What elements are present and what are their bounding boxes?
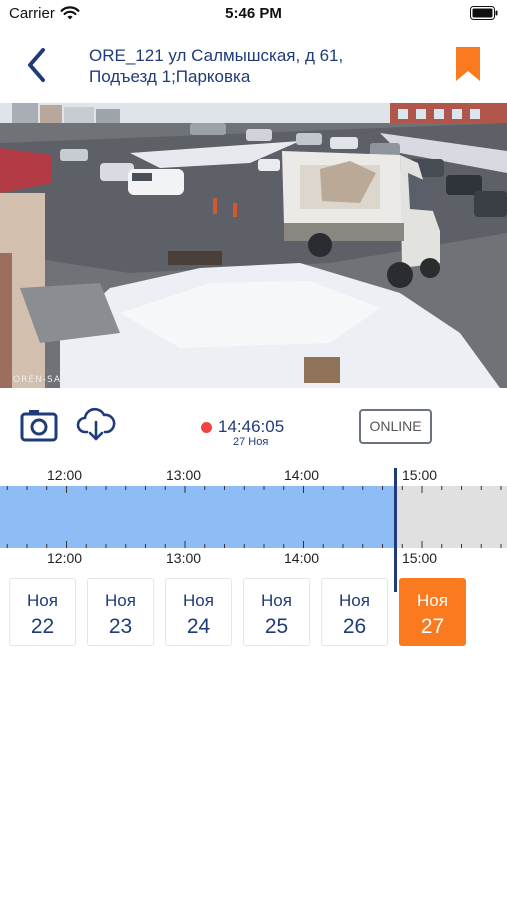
date-selector: Ноя 22 Ноя 23 Ноя 24 Ноя 25 Ноя 26 Ноя 2…: [0, 578, 507, 648]
status-bar: Carrier 5:46 PM: [0, 0, 507, 28]
date-chip-month: Ноя: [27, 591, 58, 610]
timeline-top-label: 13:00: [166, 467, 202, 483]
cloud-download-icon[interactable]: [76, 406, 116, 442]
status-time: 5:46 PM: [225, 5, 282, 22]
date-chip-26[interactable]: Ноя 26: [321, 578, 388, 646]
back-button[interactable]: [22, 44, 52, 86]
date-chip-27[interactable]: Ноя 27: [399, 578, 466, 646]
date-chip-day: 25: [264, 615, 289, 638]
camera-video[interactable]: OREN-SAL: [0, 103, 507, 388]
date-chip-day: 23: [108, 615, 133, 638]
date-chip-month: Ноя: [261, 591, 292, 610]
date-chip-month: Ноя: [417, 591, 448, 610]
timeline-bottom-label: 15:00: [402, 550, 438, 566]
date-chip-25[interactable]: Ноя 25: [243, 578, 310, 646]
player-controls: 14:46:05 27 Ноя ONLINE: [0, 400, 507, 450]
date-chip-month: Ноя: [105, 591, 136, 610]
bookmark-icon[interactable]: [454, 46, 482, 82]
timeline[interactable]: 12:00 13:00 14:00 15:00 12:00 13:00 14:0…: [0, 462, 507, 592]
date-chip-23[interactable]: Ноя 23: [87, 578, 154, 646]
timeline-bottom-label: 13:00: [166, 550, 202, 566]
timeline-ticks: [6, 486, 502, 548]
timeline-top-label: 14:00: [284, 467, 320, 483]
camera-frame: [0, 103, 507, 388]
date-chip-day: 22: [30, 615, 55, 638]
timeline-top-label: 15:00: [402, 467, 438, 483]
date-chip-month: Ноя: [183, 591, 214, 610]
timeline-bottom-label: 14:00: [284, 550, 320, 566]
live-indicator-dot: [201, 422, 212, 433]
date-chip-day: 27: [420, 615, 445, 638]
camera-title-line1: ORE_121 ул Салмышская, д 61,: [89, 46, 344, 65]
camera-title-line2: Подъезд 1;Парковка: [89, 67, 251, 86]
current-time: 14:46:05: [218, 417, 285, 436]
timeline-bottom-label: 12:00: [47, 550, 83, 566]
camera-watermark: OREN-SAL: [13, 375, 68, 385]
current-date: 27 Ноя: [233, 436, 269, 448]
online-button[interactable]: ONLINE: [359, 409, 432, 444]
date-chip-month: Ноя: [339, 591, 370, 610]
timeline-top-label: 12:00: [47, 467, 83, 483]
date-chip-day: 26: [342, 615, 367, 638]
date-chip-22[interactable]: Ноя 22: [9, 578, 76, 646]
date-chip-24[interactable]: Ноя 24: [165, 578, 232, 646]
timeline-cursor[interactable]: [394, 468, 397, 592]
camera-title: ORE_121 ул Салмышская, д 61, Подъезд 1;П…: [89, 45, 449, 87]
date-chip-day: 24: [186, 615, 211, 638]
camera-snapshot-icon[interactable]: [20, 408, 58, 442]
timeline-bar[interactable]: [0, 468, 507, 592]
header: ORE_121 ул Салмышская, д 61, Подъезд 1;П…: [0, 36, 507, 96]
battery-icon: [470, 6, 498, 20]
